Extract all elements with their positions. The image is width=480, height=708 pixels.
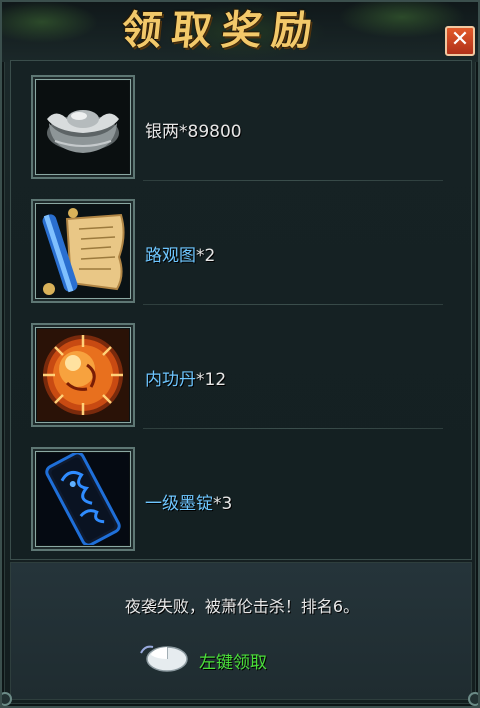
claim-button[interactable]: 左键领取 [139,639,299,673]
item-slot [31,323,135,427]
item-label: 内功丹*12 [145,365,226,390]
silver-ingot-icon [37,81,129,173]
divider [143,180,443,181]
dialog-title: 领取奖励 [119,7,325,54]
item-label: 一级墨锭*3 [145,489,232,514]
reward-list: 银两*89800 路观图*2 内功丹*12 一级墨锭*3 [10,60,472,560]
item-label: 银两*89800 [145,117,242,142]
result-footer: 夜袭失败，被萧伦击杀！排名6。 左键领取 [10,562,472,700]
reward-item-silver[interactable]: 银两*89800 [31,75,451,183]
inner-power-pill-icon [37,329,129,421]
item-name: 银两 [145,122,179,142]
claim-label: 左键领取 [199,653,267,673]
item-name: 一级墨锭 [145,494,213,514]
item-slot [31,75,135,179]
item-quantity: *12 [196,370,227,390]
reward-item-pill[interactable]: 内功丹*12 [31,323,451,431]
item-slot [31,199,135,303]
close-button[interactable]: ✕ [445,26,475,56]
reward-dialog: 领取奖励 ✕ 银两*89800 路观图*2 内功丹*12 一级墨锭*3 夜袭失败… [0,0,480,708]
mouse-left-click-icon [140,645,188,672]
corner-ornament [468,692,478,706]
reward-item-map[interactable]: 路观图*2 [31,199,451,307]
item-slot [31,447,135,551]
reward-item-ink-stick[interactable]: 一级墨锭*3 [31,447,451,555]
item-quantity: *2 [196,246,216,266]
map-scroll-icon [37,205,129,297]
item-label: 路观图*2 [145,241,215,266]
item-name: 内功丹 [145,370,196,390]
item-quantity: *89800 [179,122,242,142]
ink-stick-icon [37,453,129,545]
corner-ornament [2,692,12,706]
divider [143,304,443,305]
divider [143,428,443,429]
close-icon: ✕ [450,27,470,52]
item-quantity: *3 [213,494,233,514]
result-message: 夜袭失败，被萧伦击杀！排名6。 [124,597,360,616]
item-name: 路观图 [145,246,196,266]
